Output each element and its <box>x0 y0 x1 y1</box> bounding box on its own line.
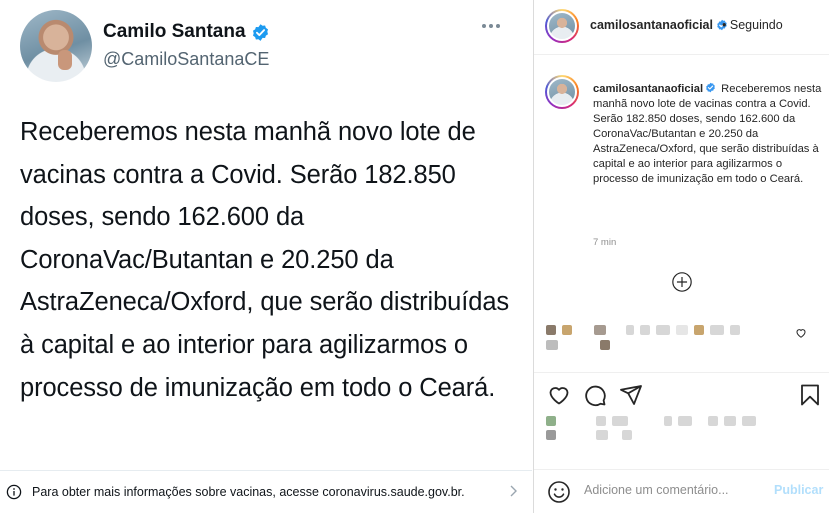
obscured-comment <box>546 338 610 352</box>
caption-username[interactable]: camilosantanaoficial <box>593 83 703 95</box>
obscured-comment <box>546 323 740 337</box>
verified-badge-icon <box>252 23 268 41</box>
comment-input[interactable] <box>584 483 754 497</box>
tweet-author-avatar[interactable] <box>20 10 92 82</box>
obscured-likes <box>546 414 756 428</box>
emoji-smile-icon[interactable] <box>547 480 571 504</box>
obscured-likes <box>546 428 632 442</box>
plus-circle-icon[interactable] <box>671 271 693 293</box>
comment-bubble-icon[interactable] <box>583 383 607 407</box>
follow-status[interactable]: • Seguindo <box>722 18 783 32</box>
instagram-post-panel: camilosantanaoficial • Seguindo camilosa… <box>533 0 829 513</box>
caption-avatar[interactable] <box>545 75 579 109</box>
header-username[interactable]: camilosantanaoficial <box>590 18 713 32</box>
more-dots-icon[interactable] <box>482 24 500 28</box>
post-comment-button[interactable]: Publicar <box>774 483 823 497</box>
caption-text: Receberemos nesta manhã novo lote de vac… <box>593 83 822 185</box>
comment-composer: Publicar <box>534 469 829 513</box>
vaccine-info-banner[interactable]: Para obter mais informações sobre vacina… <box>0 471 532 513</box>
heart-icon[interactable] <box>547 383 571 407</box>
post-timestamp[interactable]: 7 min <box>593 237 616 248</box>
heart-small-icon[interactable] <box>795 327 807 339</box>
tweet-text: Receberemos nesta manhã novo lote de vac… <box>20 118 510 402</box>
tweet-card: Camilo Santana @CamiloSantanaCE Recebere… <box>0 0 532 513</box>
tweet-author-name[interactable]: Camilo Santana <box>103 21 246 43</box>
separator-dot: • <box>722 18 727 32</box>
info-icon <box>6 484 22 500</box>
vaccine-info-text: Para obter mais informações sobre vacina… <box>32 485 465 499</box>
header-avatar[interactable] <box>545 9 579 43</box>
chevron-right-icon <box>510 485 517 497</box>
tweet-author-handle[interactable]: @CamiloSantanaCE <box>103 49 269 70</box>
tweet-author-name-row: Camilo Santana <box>103 21 270 43</box>
post-header: camilosantanaoficial • Seguindo <box>534 0 829 55</box>
header-username-row: camilosantanaoficial <box>590 18 728 32</box>
paper-plane-icon[interactable] <box>619 383 643 407</box>
verified-badge-icon <box>706 82 715 93</box>
bookmark-icon[interactable] <box>798 383 822 407</box>
following-label: Seguindo <box>729 18 783 32</box>
post-caption: camilosantanaoficial Receberemos nesta m… <box>593 82 825 187</box>
divider <box>534 372 829 373</box>
